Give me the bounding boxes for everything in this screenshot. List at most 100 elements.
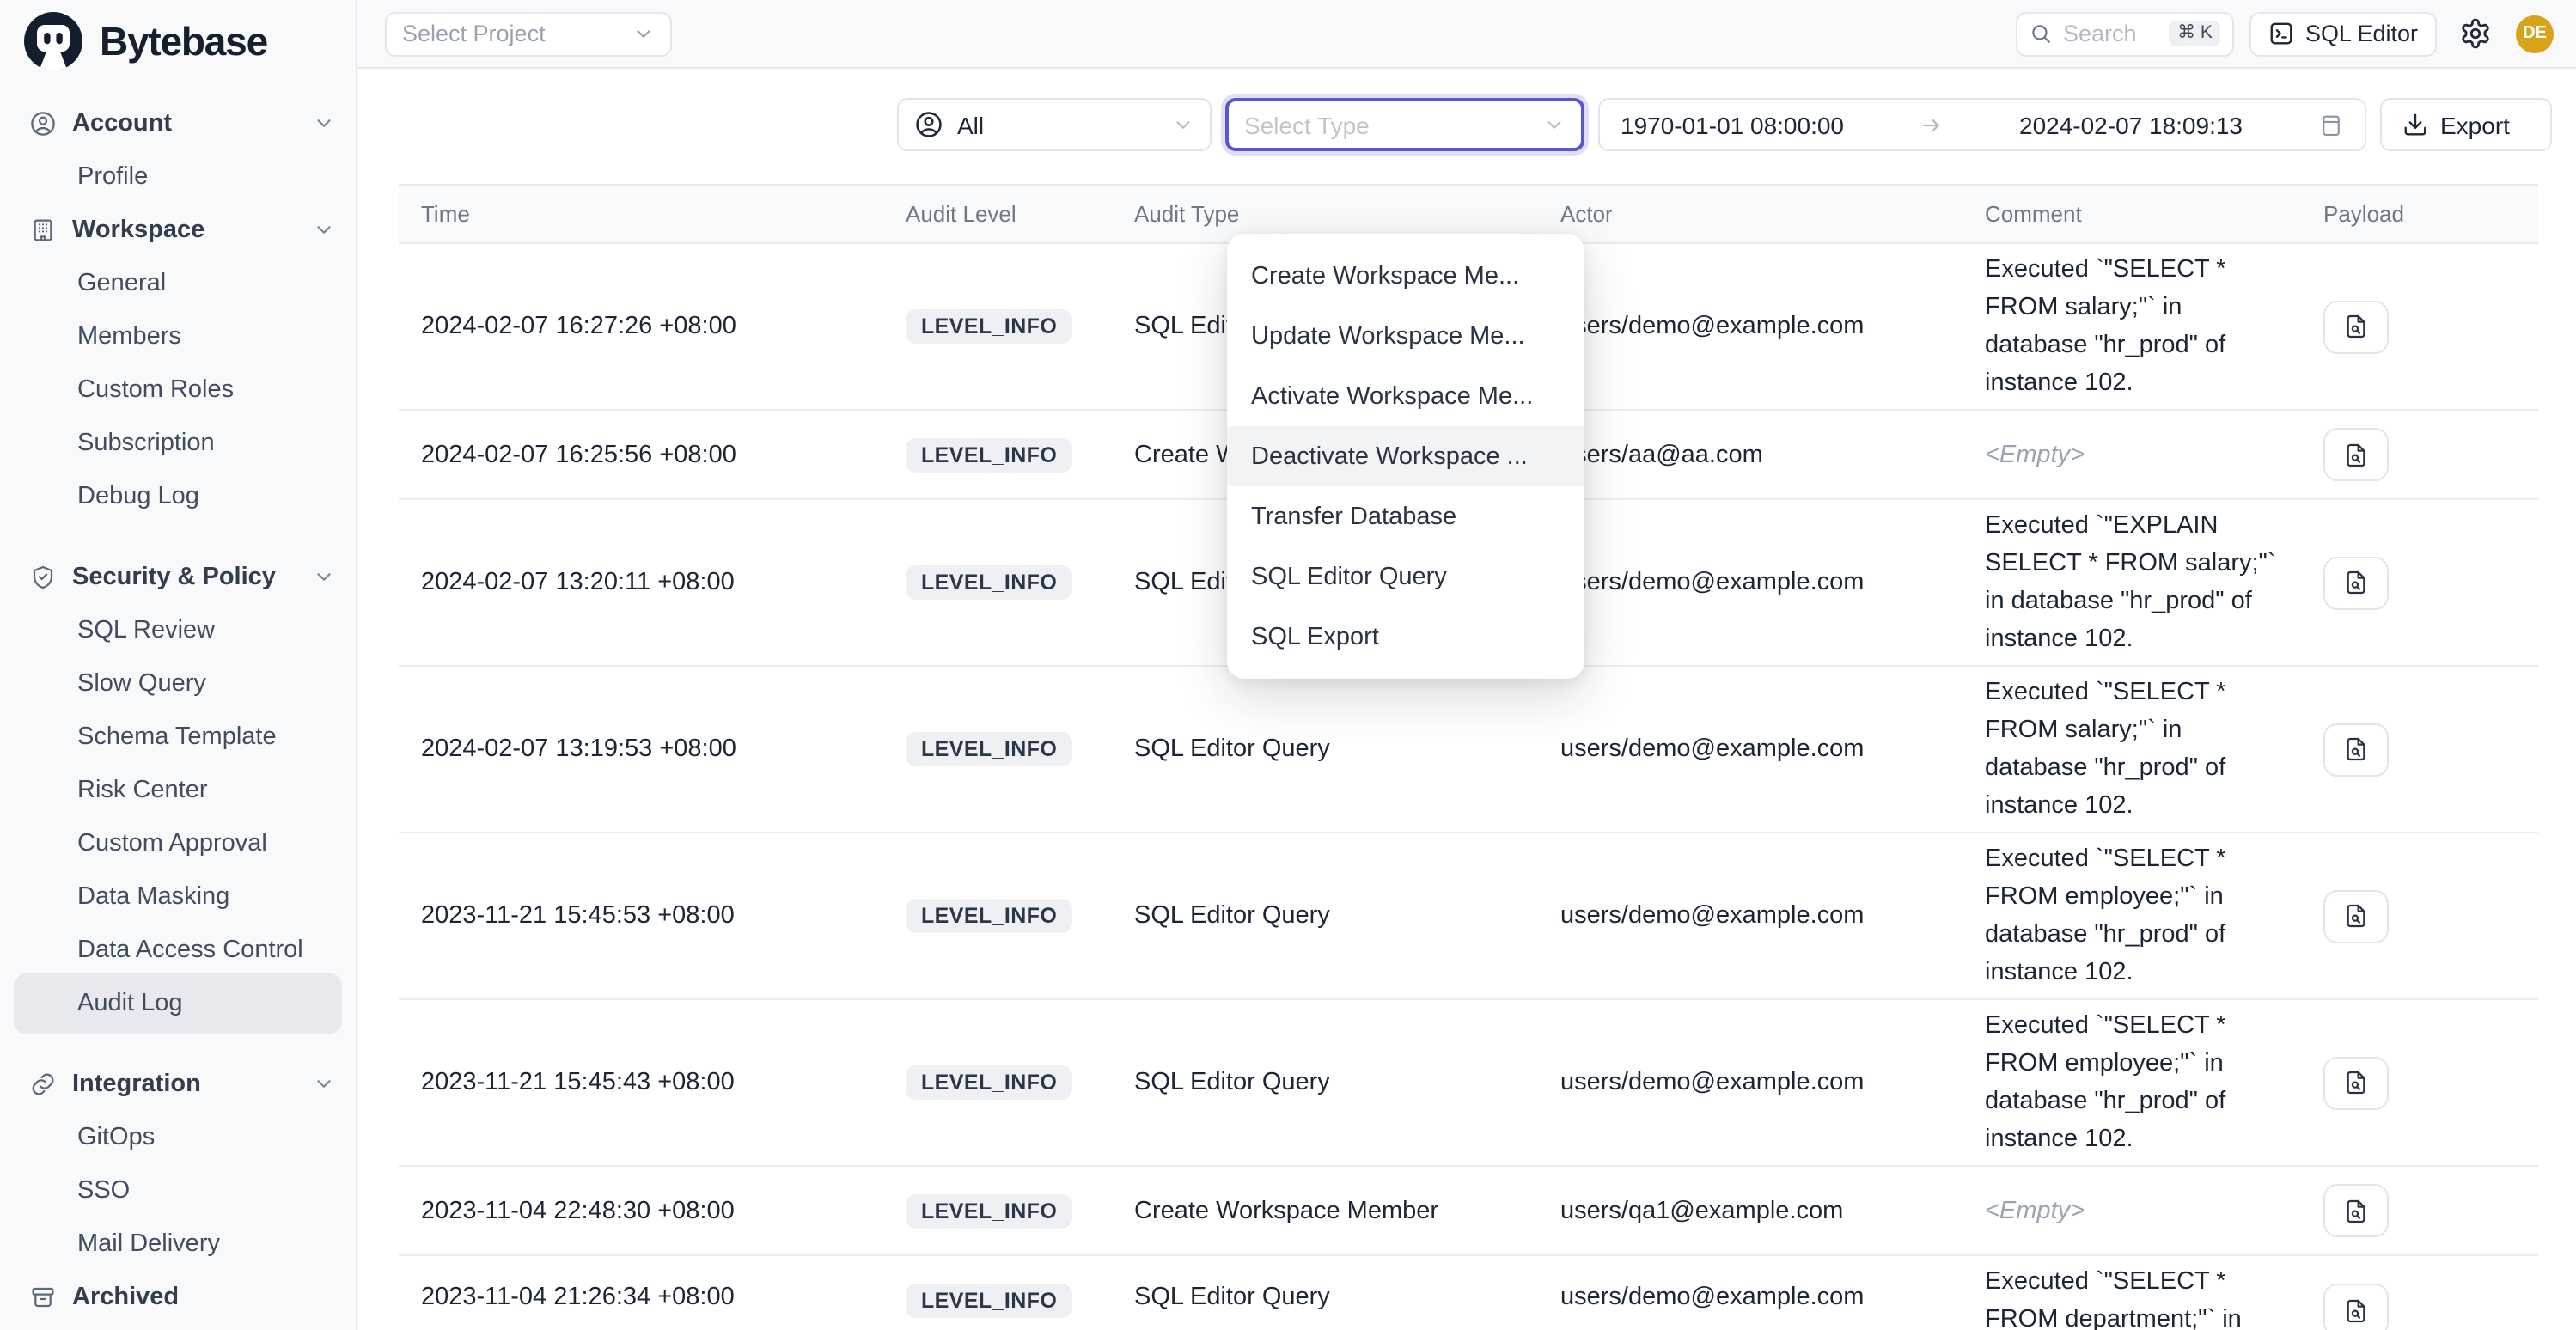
search-input[interactable]: Search ⌘ K: [2017, 11, 2235, 56]
terminal-icon: [2269, 21, 2295, 46]
payload-view-button[interactable]: [2323, 556, 2389, 609]
payload-cell: [2301, 667, 2538, 832]
sidebar-group-label: Account: [72, 109, 313, 137]
sidebar-item-members[interactable]: Members: [14, 309, 342, 363]
user-avatar[interactable]: DE: [2516, 15, 2554, 52]
type-menu-item-sql-export[interactable]: SQL Export: [1227, 607, 1584, 667]
bytebase-logo[interactable]: Bytebase: [0, 0, 356, 82]
audit-actor: users/demo@example.com: [1538, 244, 1963, 409]
actor-filter-select[interactable]: All: [897, 98, 1212, 151]
sidebar-item-custom-approval[interactable]: Custom Approval: [14, 816, 342, 869]
audit-level-badge: LEVEL_INFO: [906, 1193, 1072, 1228]
type-menu-item-sql-editor-query[interactable]: SQL Editor Query: [1227, 546, 1584, 607]
column-header-time: Time: [399, 186, 883, 242]
sidebar-item-audit-log[interactable]: Audit Log: [14, 972, 342, 1034]
type-menu-item-transfer-database[interactable]: Transfer Database: [1227, 486, 1584, 546]
date-range-picker[interactable]: 1970-01-01 08:00:00 2024-02-07 18:09:13: [1598, 98, 2366, 151]
sidebar-group-label: Security & Policy: [72, 563, 313, 590]
sidebar-group-account[interactable]: Account: [14, 96, 342, 149]
chevron-down-icon[interactable]: [313, 565, 335, 588]
sidebar: Bytebase AccountProfileWorkspaceGeneralM…: [0, 0, 357, 1330]
arrow-right-icon: [1920, 113, 1944, 137]
type-menu-item-update-workspace-me[interactable]: Update Workspace Me...: [1227, 306, 1584, 366]
chevron-down-icon[interactable]: [313, 112, 335, 134]
bytebase-app: Bytebase AccountProfileWorkspaceGeneralM…: [0, 0, 2576, 1330]
type-filter-placeholder: Select Type: [1244, 111, 1370, 138]
sql-editor-button[interactable]: SQL Editor: [2250, 11, 2437, 56]
column-header-payload: Payload: [2301, 186, 2538, 242]
archive-icon: [29, 1283, 57, 1310]
bytebase-wordmark: Bytebase: [100, 18, 267, 64]
audit-time: 2023-11-21 15:45:53 +08:00: [399, 833, 883, 998]
date-range-start: 1970-01-01 08:00:00: [1621, 111, 1844, 138]
sidebar-item-data-masking[interactable]: Data Masking: [14, 869, 342, 923]
chevron-down-icon[interactable]: [313, 1072, 335, 1095]
audit-actor: users/demo@example.com: [1538, 667, 1963, 832]
audit-time: 2024-02-07 13:20:11 +08:00: [399, 500, 883, 665]
type-menu-item-create-workspace-me[interactable]: Create Workspace Me...: [1227, 246, 1584, 306]
link-icon: [29, 1070, 57, 1097]
sidebar-item-mail-delivery[interactable]: Mail Delivery: [14, 1217, 342, 1270]
chevron-down-icon[interactable]: [313, 218, 335, 241]
payload-view-button[interactable]: [2323, 1056, 2389, 1109]
payload-view-button[interactable]: [2323, 428, 2389, 481]
gear-icon[interactable]: [2459, 17, 2492, 50]
sidebar-group-security-policy[interactable]: Security & Policy: [14, 550, 342, 603]
audit-level-cell: LEVEL_INFO: [883, 1167, 1112, 1254]
chevron-down-icon: [632, 22, 655, 45]
payload-view-button[interactable]: [2323, 1184, 2389, 1237]
audit-actor: users/demo@example.com: [1538, 500, 1963, 665]
sidebar-item-data-access-control[interactable]: Data Access Control: [14, 923, 342, 976]
sidebar-item-slow-query[interactable]: Slow Query: [14, 656, 342, 710]
sidebar-item-custom-roles[interactable]: Custom Roles: [14, 363, 342, 416]
type-menu-item-activate-workspace-me[interactable]: Activate Workspace Me...: [1227, 366, 1584, 426]
table-row: 2023-11-21 15:45:53 +08:00LEVEL_INFOSQL …: [399, 833, 2538, 1000]
type-filter-select[interactable]: Select Type: [1225, 98, 1584, 151]
payload-cell: [2301, 244, 2538, 409]
topbar: Select Project Search ⌘ K: [357, 0, 2576, 69]
sidebar-group-label: Workspace: [72, 216, 313, 243]
audit-time: 2024-02-07 16:27:26 +08:00: [399, 244, 883, 409]
sidebar-item-schema-template[interactable]: Schema Template: [14, 710, 342, 763]
audit-time: 2023-11-04 22:48:30 +08:00: [399, 1167, 883, 1254]
sidebar-item-risk-center[interactable]: Risk Center: [14, 763, 342, 816]
audit-level-badge: LEVEL_INFO: [906, 1065, 1072, 1100]
building-icon: [29, 216, 57, 243]
sidebar-group-workspace[interactable]: Workspace: [14, 203, 342, 256]
payload-view-button[interactable]: [2323, 1284, 2389, 1330]
audit-type: SQL Editor Query: [1112, 1256, 1538, 1330]
project-select[interactable]: Select Project: [385, 11, 672, 56]
sidebar-nav: AccountProfileWorkspaceGeneralMembersCus…: [0, 82, 356, 1323]
audit-level-badge: LEVEL_INFO: [906, 1284, 1072, 1318]
audit-comment: Executed `"SELECT * FROM employee;"` in …: [1963, 833, 2301, 998]
audit-type: Create Workspace Member: [1112, 1167, 1538, 1254]
audit-time: 2023-11-21 15:45:43 +08:00: [399, 1000, 883, 1165]
audit-level-cell: LEVEL_INFO: [883, 833, 1112, 998]
sidebar-group-archived[interactable]: Archived: [14, 1270, 342, 1323]
sidebar-item-general[interactable]: General: [14, 256, 342, 309]
audit-time: 2024-02-07 16:25:56 +08:00: [399, 411, 883, 498]
table-row: 2024-02-07 13:19:53 +08:00LEVEL_INFOSQL …: [399, 667, 2538, 833]
audit-time: 2024-02-07 13:19:53 +08:00: [399, 667, 883, 832]
main-panel: Select Project Search ⌘ K: [357, 0, 2576, 1330]
payload-view-button[interactable]: [2323, 723, 2389, 776]
export-button[interactable]: Export: [2380, 98, 2552, 151]
sidebar-item-debug-log[interactable]: Debug Log: [14, 469, 342, 522]
payload-view-button[interactable]: [2323, 889, 2389, 943]
audit-level-cell: LEVEL_INFO: [883, 244, 1112, 409]
payload-view-button[interactable]: [2323, 300, 2389, 353]
audit-actor: users/qa1@example.com: [1538, 1167, 1963, 1254]
sidebar-item-sql-review[interactable]: SQL Review: [14, 603, 342, 656]
bytebase-logo-icon: [22, 10, 84, 72]
sidebar-item-subscription[interactable]: Subscription: [14, 416, 342, 469]
sidebar-group-integration[interactable]: Integration: [14, 1057, 342, 1110]
sidebar-item-gitops[interactable]: GitOps: [14, 1110, 342, 1163]
sidebar-item-sso[interactable]: SSO: [14, 1163, 342, 1217]
sidebar-item-profile[interactable]: Profile: [14, 149, 342, 203]
project-select-placeholder: Select Project: [402, 21, 546, 46]
column-header-audit-level: Audit Level: [883, 186, 1112, 242]
search-icon: [2030, 22, 2053, 45]
audit-comment: Executed `"SELECT * FROM salary;"` in da…: [1963, 244, 2301, 409]
type-menu-item-deactivate-workspace[interactable]: Deactivate Workspace ...: [1227, 426, 1584, 486]
topbar-right: Search ⌘ K SQL Editor DE: [2017, 11, 2554, 56]
